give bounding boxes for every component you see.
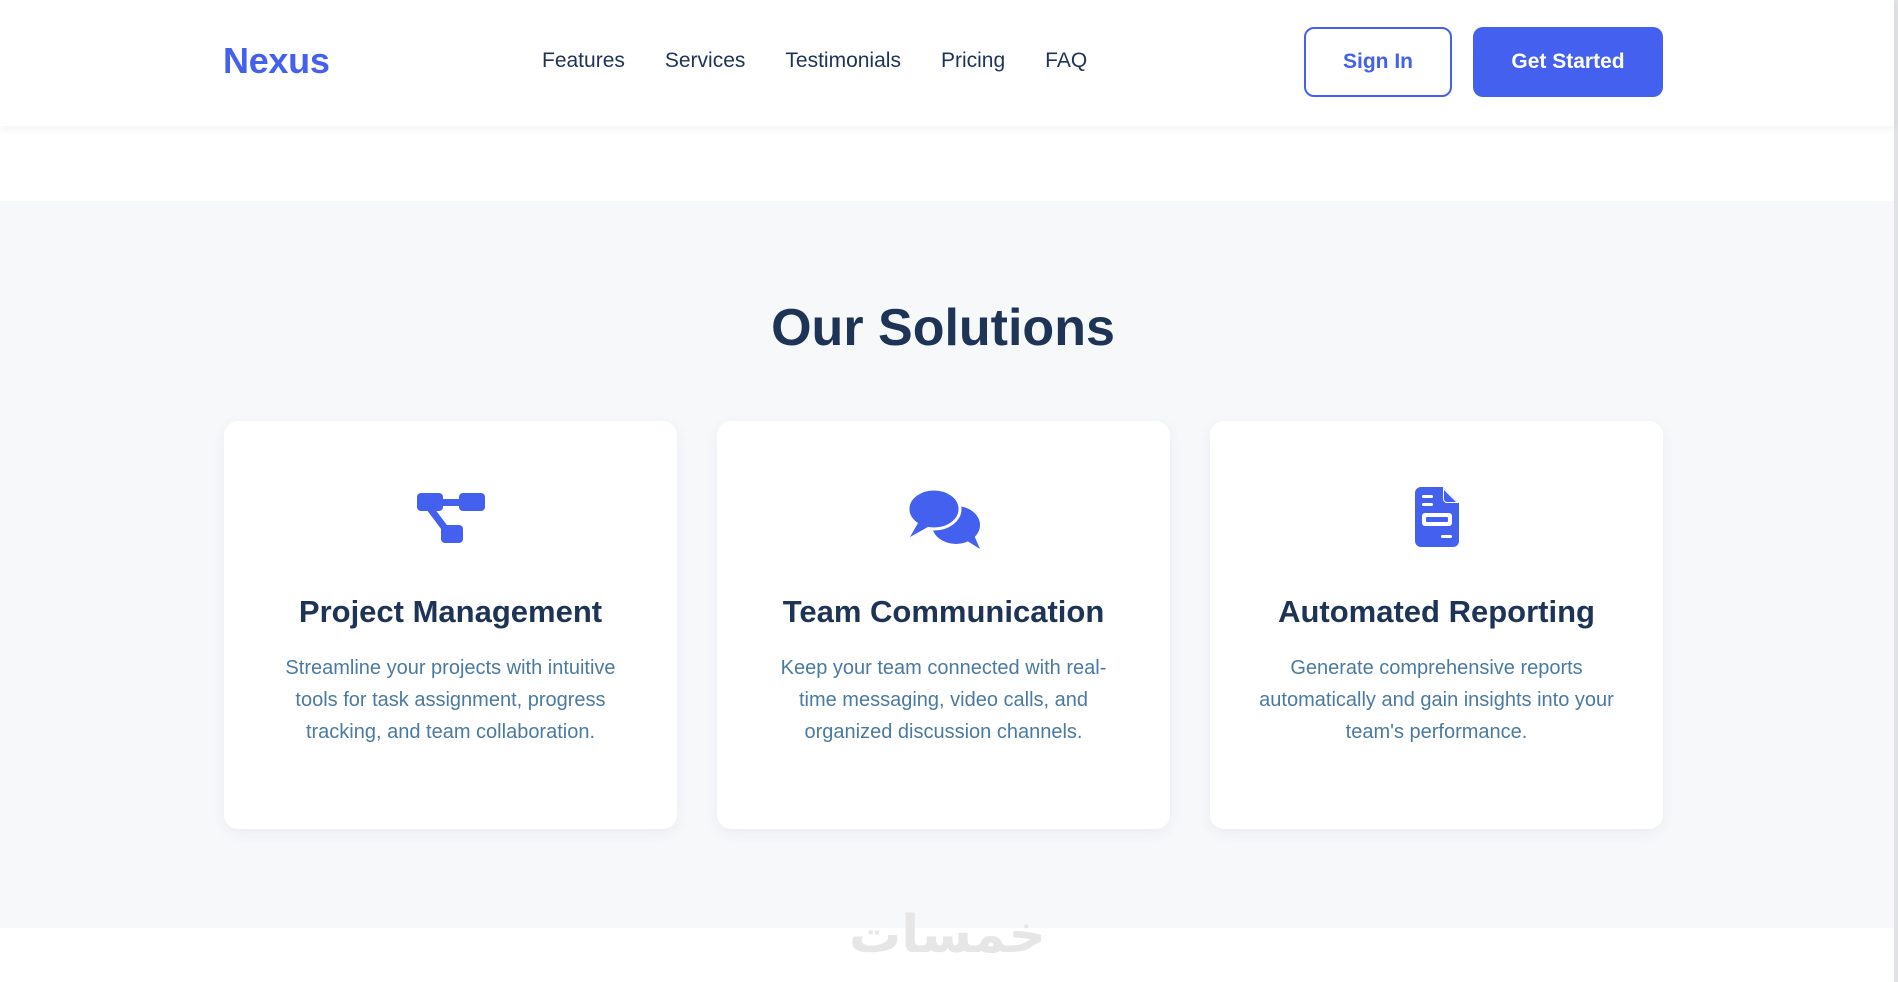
nav-link-pricing[interactable]: Pricing bbox=[941, 49, 1005, 73]
card-description: Generate comprehensive reports automatic… bbox=[1259, 657, 1614, 743]
section-title: Our Solutions bbox=[771, 299, 1115, 357]
report-document-icon bbox=[1210, 485, 1663, 549]
card-description: Streamline your projects with intuitive … bbox=[285, 657, 616, 743]
sign-in-button[interactable]: Sign In bbox=[1304, 27, 1452, 97]
get-started-button[interactable]: Get Started bbox=[1473, 27, 1663, 97]
nav-link-faq[interactable]: FAQ bbox=[1045, 49, 1087, 73]
site-header: Nexus Features Services Testimonials Pri… bbox=[0, 0, 1894, 126]
solution-card-project-management: Project Management Streamline your proje… bbox=[224, 421, 677, 829]
solutions-section: Our Solutions Project Management Streaml… bbox=[0, 201, 1894, 928]
card-description: Keep your team connected with real-time … bbox=[780, 657, 1107, 743]
card-title: Project Management bbox=[298, 594, 603, 629]
project-diagram-icon bbox=[224, 485, 677, 549]
nav-link-services[interactable]: Services bbox=[665, 49, 746, 73]
card-title: Team Communication bbox=[782, 594, 1105, 629]
nav-link-testimonials[interactable]: Testimonials bbox=[785, 49, 901, 73]
solution-card-automated-reporting: Automated Reporting Generate comprehensi… bbox=[1210, 421, 1663, 829]
main-nav: Features Services Testimonials Pricing F… bbox=[542, 49, 1087, 73]
nav-link-features[interactable]: Features bbox=[542, 49, 625, 73]
solution-card-team-communication: Team Communication Keep your team connec… bbox=[717, 421, 1170, 829]
logo[interactable]: Nexus bbox=[223, 40, 330, 82]
scrollbar[interactable] bbox=[1894, 0, 1898, 982]
chat-bubbles-icon bbox=[717, 485, 1170, 549]
card-title: Automated Reporting bbox=[1278, 594, 1595, 629]
watermark-logo: خمسات bbox=[848, 905, 1047, 965]
